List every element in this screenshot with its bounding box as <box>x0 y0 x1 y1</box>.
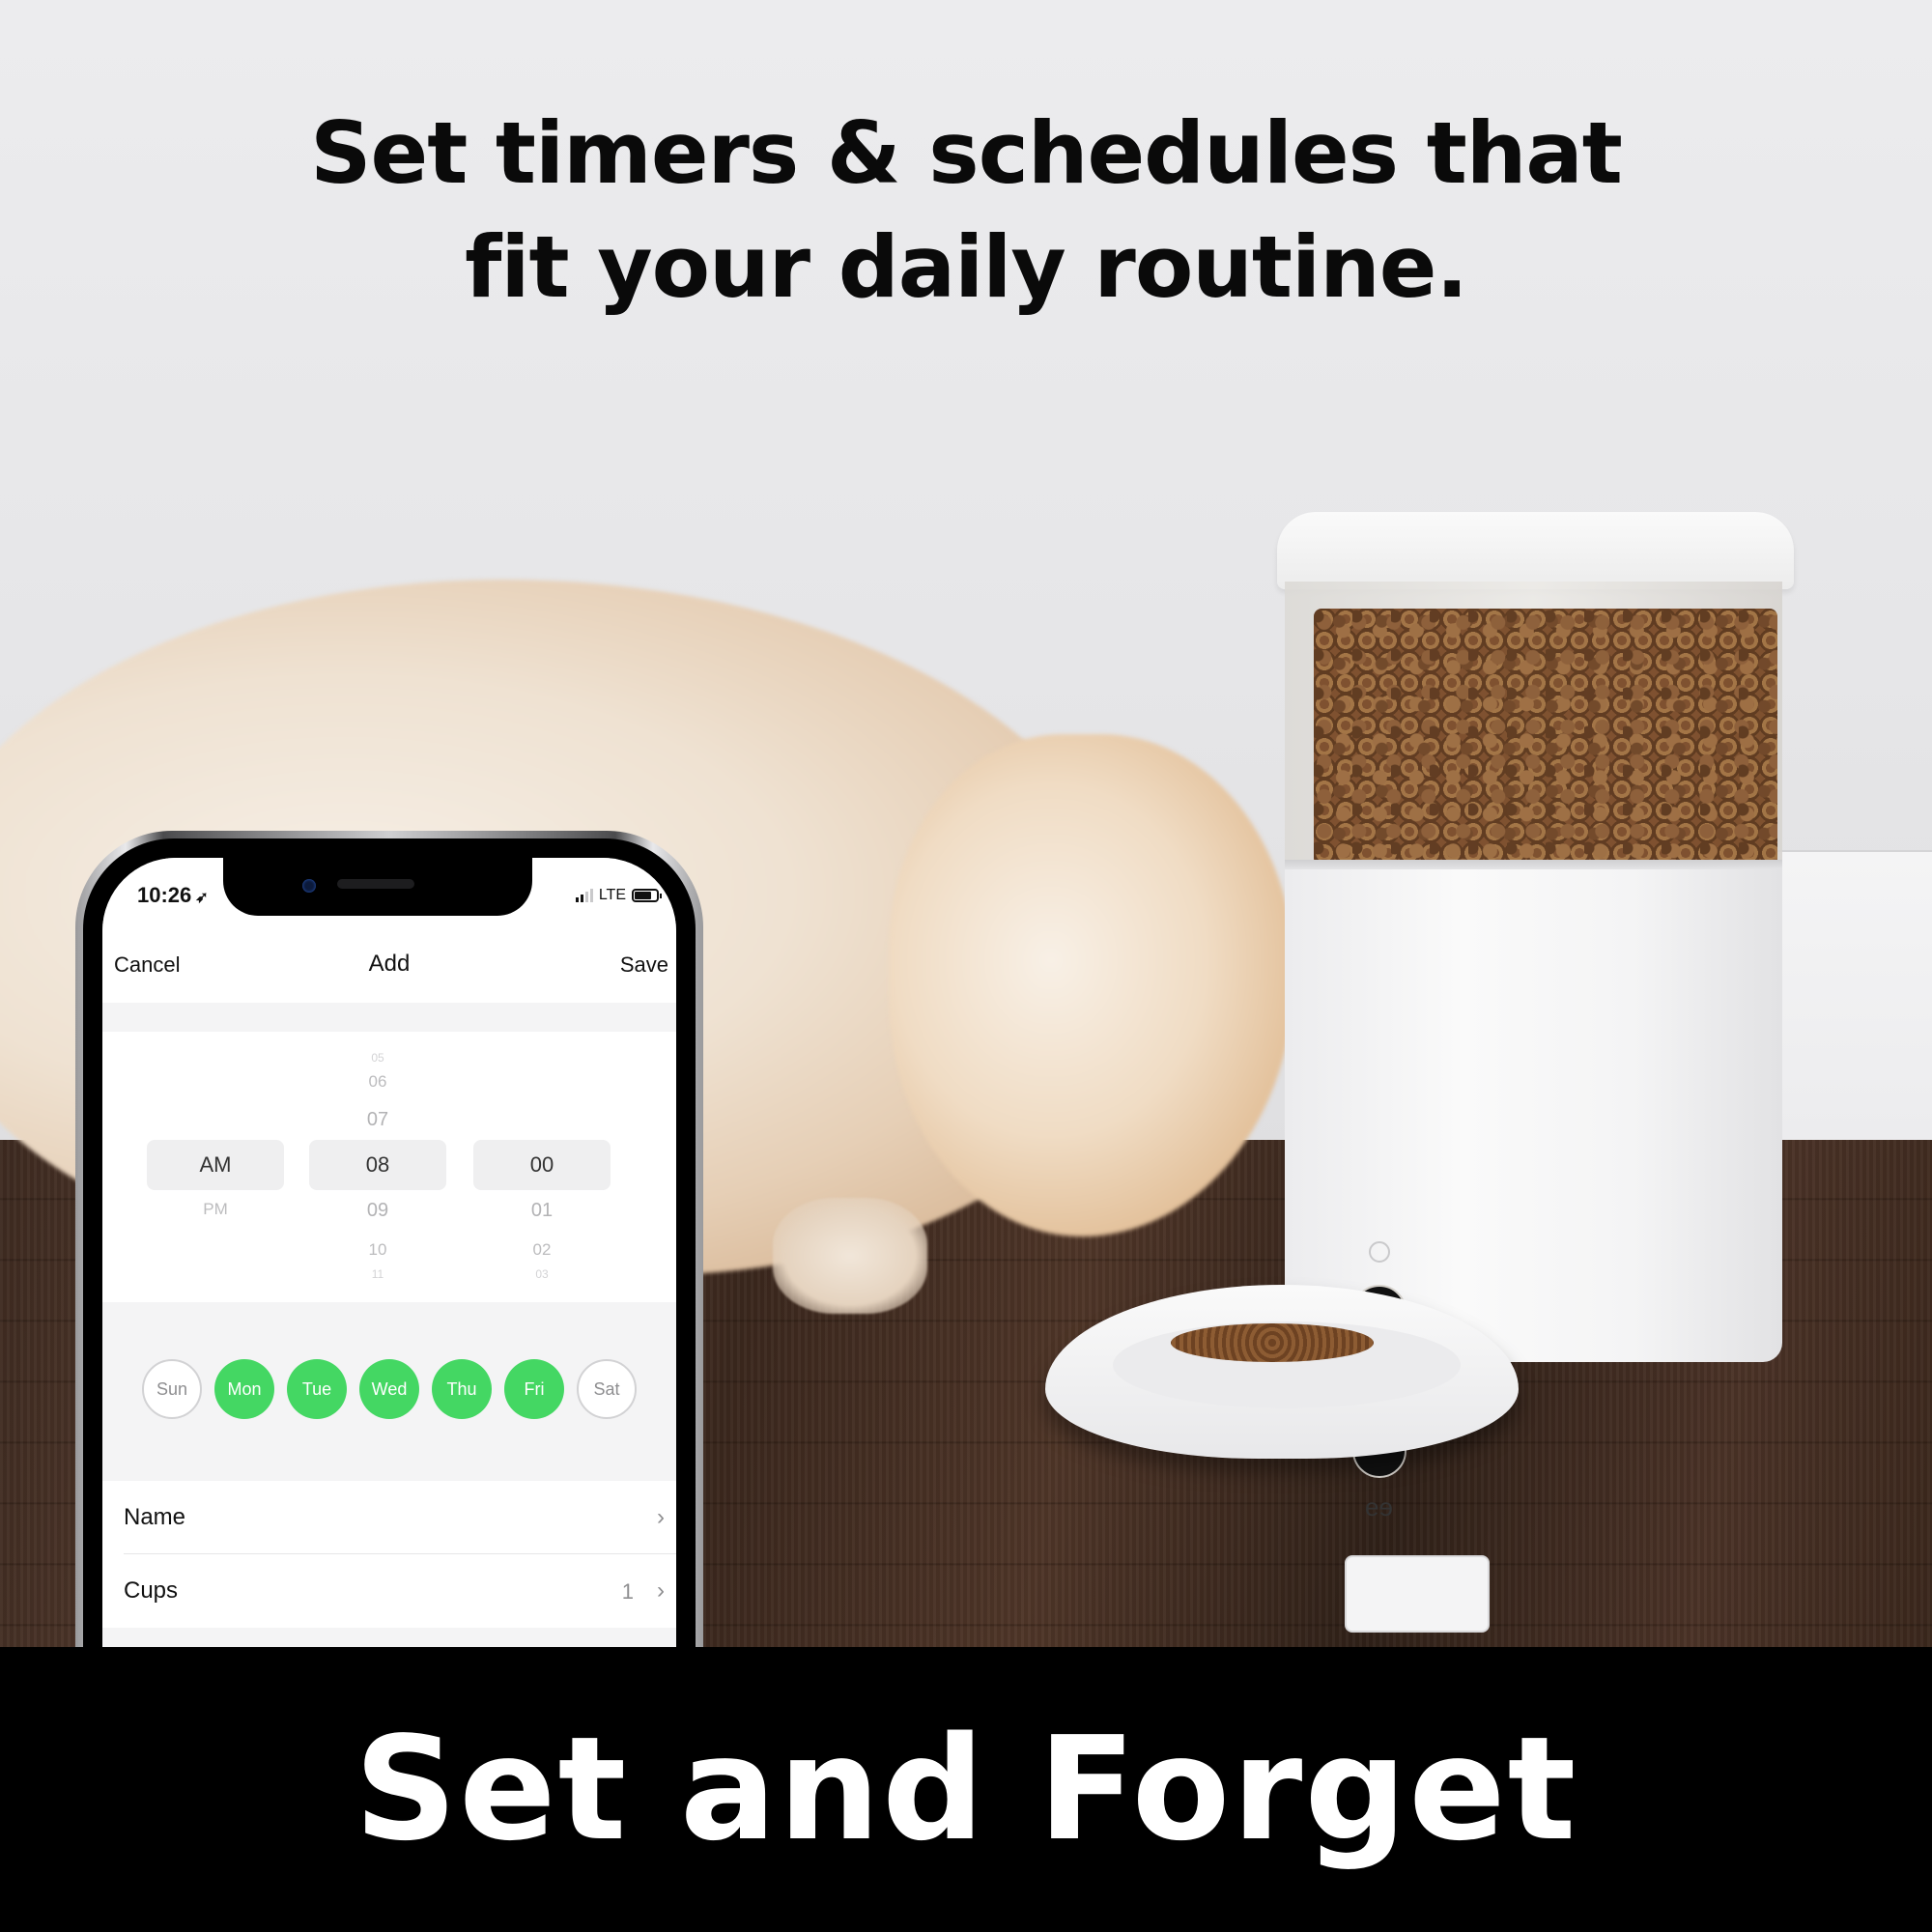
hour-option[interactable]: 09 <box>309 1200 446 1222</box>
chevron-right-icon: › <box>657 1577 665 1604</box>
chevron-right-icon: › <box>657 1504 665 1530</box>
hour-option[interactable]: 06 <box>309 1072 446 1092</box>
dog-head <box>889 734 1294 1236</box>
location-arrow-icon: ➶ <box>195 890 209 906</box>
status-time-text: 10:26 <box>137 883 192 907</box>
hour-option[interactable]: 11 <box>309 1267 446 1281</box>
brand-logo: eɘ <box>1365 1492 1393 1521</box>
day-selector: Sun Mon Tue Wed Thu Fri Sat <box>102 1336 676 1442</box>
kibble-food <box>1314 609 1777 869</box>
headline-line-2: fit your daily routine. <box>465 217 1468 317</box>
name-label: Name <box>124 1504 186 1530</box>
cups-label: Cups <box>124 1577 179 1604</box>
settings-list: Name › Cups 1 › <box>102 1481 676 1628</box>
cups-value: 1 <box>621 1579 634 1604</box>
feeder-lid <box>1277 512 1794 589</box>
cups-row[interactable]: Cups 1 › <box>124 1554 676 1628</box>
minute-wheel[interactable]: 00 01 02 03 <box>473 1032 611 1302</box>
hour-selected[interactable]: 08 <box>309 1140 446 1190</box>
phone-screen: 10:26 ➶ LTE Cancel Add Save AM PM 05 06 … <box>102 858 676 1692</box>
phone-notch <box>223 858 532 916</box>
headline-line-1: Set timers & schedules that <box>310 103 1623 203</box>
hour-option[interactable]: 10 <box>309 1240 446 1260</box>
cancel-button[interactable]: Cancel <box>114 952 180 978</box>
page-title: Add <box>368 951 411 977</box>
footer-band: Set and Forget <box>0 1647 1932 1932</box>
day-toggle-thu[interactable]: Thu <box>432 1359 492 1419</box>
hour-wheel[interactable]: 05 06 07 08 09 10 11 <box>309 1032 446 1302</box>
minute-option[interactable]: 02 <box>473 1240 611 1260</box>
earpiece-speaker <box>337 879 414 889</box>
day-toggle-wed[interactable]: Wed <box>359 1359 419 1419</box>
phone-bezel: 10:26 ➶ LTE Cancel Add Save AM PM 05 06 … <box>83 838 696 1692</box>
status-indicators: LTE <box>575 887 662 904</box>
cellular-signal-icon <box>575 889 593 902</box>
day-toggle-mon[interactable]: Mon <box>214 1359 274 1419</box>
status-time: 10:26 ➶ <box>137 883 209 908</box>
day-toggle-sat[interactable]: Sat <box>577 1359 637 1419</box>
period-wheel[interactable]: AM PM <box>147 1032 284 1302</box>
day-toggle-tue[interactable]: Tue <box>287 1359 347 1419</box>
automatic-pet-feeder: eɘ <box>1275 512 1794 1633</box>
dog-paw <box>773 1198 927 1314</box>
time-picker[interactable]: AM PM 05 06 07 08 09 10 11 00 01 02 03 <box>102 1032 676 1302</box>
hour-option[interactable]: 07 <box>309 1109 446 1131</box>
name-row[interactable]: Name › <box>124 1481 676 1554</box>
minute-selected[interactable]: 00 <box>473 1140 611 1190</box>
feeder-seam <box>1285 860 1782 869</box>
day-toggle-sun[interactable]: Sun <box>142 1359 202 1419</box>
feeder-base: eɘ <box>1285 860 1782 1633</box>
save-button[interactable]: Save <box>620 952 668 978</box>
light-sensor-icon <box>1369 1241 1390 1263</box>
period-selected[interactable]: AM <box>147 1140 284 1190</box>
tagline: Set and Forget <box>354 1706 1578 1872</box>
smartphone: 10:26 ➶ LTE Cancel Add Save AM PM 05 06 … <box>75 831 703 1700</box>
network-type: LTE <box>598 887 626 903</box>
food-chute <box>1345 1555 1490 1633</box>
minute-option[interactable]: 01 <box>473 1200 611 1222</box>
day-toggle-fri[interactable]: Fri <box>504 1359 564 1419</box>
hour-option[interactable]: 05 <box>309 1051 446 1065</box>
nav-bar: Cancel Add Save <box>102 927 676 1003</box>
front-camera-icon <box>302 879 316 893</box>
battery-icon <box>632 889 662 902</box>
minute-option[interactable]: 03 <box>473 1267 611 1281</box>
period-option[interactable]: PM <box>147 1200 284 1219</box>
headline: Set timers & schedules that fit your dai… <box>0 97 1932 325</box>
